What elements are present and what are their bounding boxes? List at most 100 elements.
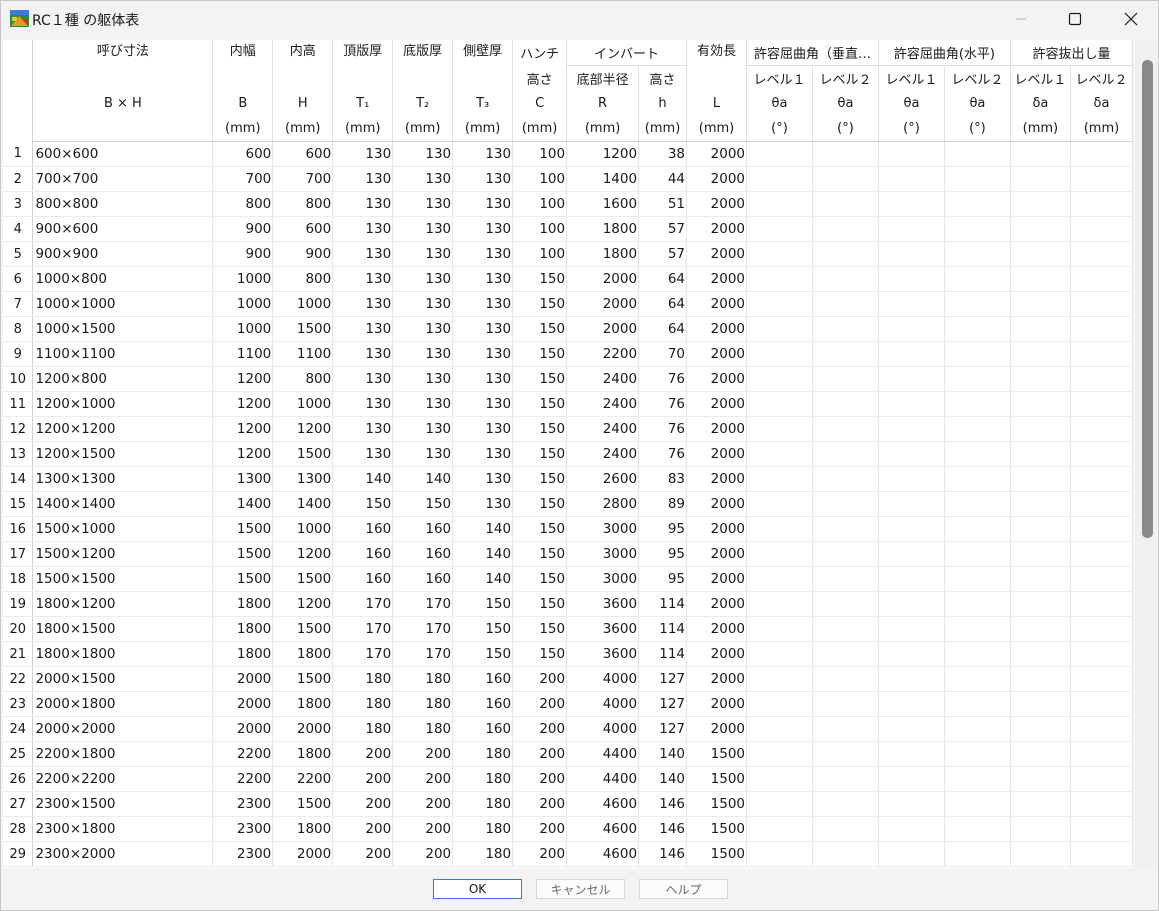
table-cell[interactable]: 900 xyxy=(212,241,274,267)
table-cell[interactable]: 130 xyxy=(392,416,454,442)
table-cell[interactable]: 130 xyxy=(452,441,514,467)
cell-nominal-size[interactable]: 600×600 xyxy=(32,141,214,167)
table-cell[interactable]: 130 xyxy=(392,291,454,317)
table-cell[interactable] xyxy=(1070,166,1133,192)
cell-nominal-size[interactable]: 1000×1000 xyxy=(32,291,214,317)
table-cell[interactable] xyxy=(812,691,879,717)
table-cell[interactable]: 3000 xyxy=(566,516,640,542)
table-row[interactable]: 12 1200×1200 1200 1200 130 130 130 150 2400 76 200… xyxy=(3,416,1133,442)
table-cell[interactable] xyxy=(1010,391,1071,417)
table-cell[interactable] xyxy=(1010,841,1071,867)
table-cell[interactable]: 3000 xyxy=(566,541,640,567)
table-cell[interactable] xyxy=(1070,516,1133,542)
cell-nominal-size[interactable]: 1200×800 xyxy=(32,366,214,392)
table-cell[interactable]: 1200 xyxy=(212,366,274,392)
table-cell[interactable]: 146 xyxy=(638,816,688,842)
table-cell[interactable]: 130 xyxy=(332,291,394,317)
table-cell[interactable]: 1800 xyxy=(566,216,640,242)
table-cell[interactable]: 200 xyxy=(512,741,568,767)
table-cell[interactable] xyxy=(944,541,1011,567)
table-cell[interactable] xyxy=(746,716,813,742)
table-cell[interactable] xyxy=(812,516,879,542)
table-cell[interactable]: 1800 xyxy=(212,591,274,617)
table-cell[interactable] xyxy=(812,141,879,167)
table-cell[interactable] xyxy=(812,491,879,517)
table-cell[interactable]: 1200 xyxy=(272,591,334,617)
table-cell[interactable]: 130 xyxy=(452,316,514,342)
table-cell[interactable] xyxy=(878,816,945,842)
table-cell[interactable]: 1800 xyxy=(566,241,640,267)
table-cell[interactable]: 140 xyxy=(392,466,454,492)
table-cell[interactable]: 180 xyxy=(332,716,394,742)
table-cell[interactable]: 1400 xyxy=(272,491,334,517)
table-cell[interactable] xyxy=(944,216,1011,242)
cell-nominal-size[interactable]: 1000×1500 xyxy=(32,316,214,342)
table-row[interactable]: 24 2000×2000 2000 2000 180 180 160 200 4000 127 20… xyxy=(3,716,1133,742)
table-cell[interactable]: 200 xyxy=(512,716,568,742)
table-cell[interactable] xyxy=(1010,341,1071,367)
table-cell[interactable]: 130 xyxy=(332,391,394,417)
table-cell[interactable] xyxy=(878,616,945,642)
table-cell[interactable] xyxy=(944,241,1011,267)
table-cell[interactable] xyxy=(944,441,1011,467)
table-cell[interactable]: 160 xyxy=(332,566,394,592)
table-cell[interactable] xyxy=(878,741,945,767)
table-cell[interactable] xyxy=(944,341,1011,367)
table-cell[interactable] xyxy=(944,391,1011,417)
table-cell[interactable]: 1200 xyxy=(272,416,334,442)
table-cell[interactable]: 1000 xyxy=(212,266,274,292)
table-cell[interactable]: 1500 xyxy=(212,541,274,567)
table-cell[interactable] xyxy=(1070,491,1133,517)
table-cell[interactable] xyxy=(812,541,879,567)
table-cell[interactable]: 180 xyxy=(332,666,394,692)
table-cell[interactable]: 2000 xyxy=(686,491,747,517)
table-cell[interactable]: 2600 xyxy=(566,466,640,492)
table-cell[interactable] xyxy=(878,441,945,467)
table-cell[interactable]: 127 xyxy=(638,716,688,742)
table-cell[interactable]: 130 xyxy=(332,266,394,292)
cell-nominal-size[interactable]: 1200×1500 xyxy=(32,441,214,467)
table-cell[interactable]: 1800 xyxy=(272,816,334,842)
table-cell[interactable]: 800 xyxy=(272,366,334,392)
table-cell[interactable] xyxy=(1070,616,1133,642)
table-cell[interactable]: 130 xyxy=(392,166,454,192)
table-row[interactable]: 10 1200×800 1200 800 130 130 130 150 2400 76 2000 xyxy=(3,366,1133,392)
table-cell[interactable]: 150 xyxy=(512,391,568,417)
table-row[interactable]: 22 2000×1500 2000 1500 180 180 160 200 4000 127 20… xyxy=(3,666,1133,692)
table-cell[interactable]: 64 xyxy=(638,291,688,317)
table-cell[interactable]: 2000 xyxy=(686,316,747,342)
table-cell[interactable]: 130 xyxy=(452,266,514,292)
table-cell[interactable] xyxy=(878,641,945,667)
table-cell[interactable] xyxy=(746,466,813,492)
table-cell[interactable] xyxy=(878,841,945,867)
table-cell[interactable] xyxy=(944,291,1011,317)
table-cell[interactable] xyxy=(1010,691,1071,717)
table-cell[interactable]: 1600 xyxy=(566,191,640,217)
table-cell[interactable] xyxy=(812,616,879,642)
table-cell[interactable] xyxy=(812,466,879,492)
table-cell[interactable]: 200 xyxy=(392,841,454,867)
table-cell[interactable]: 150 xyxy=(512,291,568,317)
table-cell[interactable]: 200 xyxy=(512,766,568,792)
table-cell[interactable] xyxy=(1010,741,1071,767)
table-cell[interactable] xyxy=(746,516,813,542)
table-cell[interactable]: 2200 xyxy=(212,741,274,767)
table-cell[interactable] xyxy=(1070,316,1133,342)
table-cell[interactable]: 170 xyxy=(332,591,394,617)
table-cell[interactable]: 160 xyxy=(392,541,454,567)
table-cell[interactable]: 160 xyxy=(392,516,454,542)
table-cell[interactable]: 130 xyxy=(452,141,514,167)
table-cell[interactable] xyxy=(1010,716,1071,742)
table-cell[interactable] xyxy=(1010,216,1071,242)
table-cell[interactable] xyxy=(1010,766,1071,792)
table-cell[interactable]: 2000 xyxy=(686,141,747,167)
table-row[interactable]: 14 1300×1300 1300 1300 140 140 130 150 2600 83 200… xyxy=(3,466,1133,492)
table-cell[interactable]: 200 xyxy=(512,791,568,817)
table-row[interactable]: 28 2300×1800 2300 1800 200 200 180 200 4600 146 15… xyxy=(3,816,1133,842)
table-cell[interactable] xyxy=(944,366,1011,392)
table-cell[interactable]: 76 xyxy=(638,441,688,467)
table-row[interactable]: 25 2200×1800 2200 1800 200 200 180 200 4400 140 15… xyxy=(3,741,1133,767)
table-cell[interactable]: 150 xyxy=(452,591,514,617)
cell-nominal-size[interactable]: 800×800 xyxy=(32,191,214,217)
table-cell[interactable]: 1500 xyxy=(272,566,334,592)
